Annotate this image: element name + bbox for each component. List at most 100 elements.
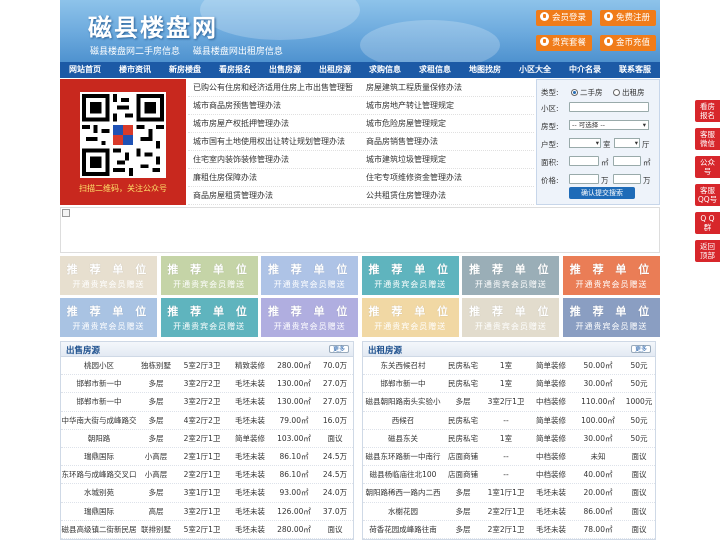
recommended-ad-tile[interactable]: 推 荐 单 位开通贵宾会员赠送 bbox=[361, 256, 459, 295]
free-register-button[interactable]: 免费注册 bbox=[600, 10, 656, 26]
price-max-input[interactable] bbox=[613, 174, 641, 184]
banner-image[interactable] bbox=[60, 207, 660, 253]
nav-for-rent[interactable]: 出租房源 bbox=[310, 62, 360, 78]
table-row[interactable]: 磁县高级镇二街新民居 联排别墅 5室2厅1卫 毛坯未装 280.00㎡ 面议 bbox=[61, 521, 353, 539]
nav-for-sale[interactable]: 出售房源 bbox=[260, 62, 310, 78]
site-logo-title[interactable]: 磁县楼盘网 bbox=[88, 8, 218, 43]
recommended-ad-tile[interactable]: 推 荐 单 位开通贵宾会员赠送 bbox=[462, 256, 560, 295]
rent-more-button[interactable]: 更多 bbox=[631, 345, 651, 353]
table-row[interactable]: 磁县东环路新一中南行 店面商铺 -- 中档装修 未知 面议 bbox=[363, 448, 655, 467]
policy-link[interactable]: 住宅室内装饰装修管理办法 bbox=[188, 151, 361, 168]
policy-link[interactable]: 城市商品房预售管理办法 bbox=[188, 97, 361, 114]
vip-package-button[interactable]: 贵宾套餐 bbox=[536, 35, 592, 51]
type-second-hand-radio[interactable]: 二手房 bbox=[571, 87, 603, 98]
nav-viewing-signup[interactable]: 看房报名 bbox=[210, 62, 260, 78]
nav-new-homes[interactable]: 新房楼盘 bbox=[160, 62, 210, 78]
policy-link[interactable]: 城市建筑垃圾管理规定 bbox=[361, 151, 534, 168]
table-row[interactable]: 朝阳路 多层 2室2厅1卫 简单装修 103.00㎡ 面议 bbox=[61, 430, 353, 448]
recommended-ad-tile[interactable]: 推 荐 单 位开通贵宾会员赠送 bbox=[261, 298, 359, 337]
table-row[interactable]: 中华南大街与成峰路交 多层 4室2厅2卫 毛坯未装 79.00㎡ 16.0万 bbox=[61, 412, 353, 430]
table-row[interactable]: 荷香花园成峰路往南 多层 2室2厅1卫 毛坯未装 78.00㎡ 面议 bbox=[363, 521, 655, 539]
table-cell[interactable]: 磁县高级镇二街新民居 bbox=[61, 521, 137, 538]
table-cell[interactable]: 磁县杨临庙往北100 bbox=[363, 466, 443, 483]
table-row[interactable]: 磁县杨临庙往北100 店面商铺 -- 中档装修 40.00㎡ 面议 bbox=[363, 466, 655, 485]
nav-wanted-rent[interactable]: 求租信息 bbox=[410, 62, 460, 78]
price-min-input[interactable] bbox=[569, 174, 599, 184]
halls-select[interactable]: ▾ bbox=[614, 138, 640, 148]
area-min-input[interactable] bbox=[569, 156, 599, 166]
table-cell[interactable]: 邯郸市新一中 bbox=[61, 393, 137, 410]
table-cell[interactable]: 朝阳路 bbox=[61, 430, 137, 447]
table-cell[interactable]: 东环路与成峰路交叉口 bbox=[61, 466, 137, 483]
table-cell[interactable]: 东关西候召村 bbox=[363, 357, 443, 374]
member-login-button[interactable]: 会员登录 bbox=[536, 10, 592, 26]
nav-news[interactable]: 楼市资讯 bbox=[110, 62, 160, 78]
recommended-ad-tile[interactable]: 推 荐 单 位开通贵宾会员赠送 bbox=[160, 298, 258, 337]
policy-link[interactable]: 城市危险房屋管理规定 bbox=[361, 115, 534, 132]
recommended-ad-tile[interactable]: 推 荐 单 位开通贵宾会员赠送 bbox=[563, 298, 660, 337]
recommended-ad-tile[interactable]: 推 荐 单 位开通贵宾会员赠送 bbox=[361, 298, 459, 337]
table-cell[interactable]: 中华南大街与成峰路交 bbox=[61, 412, 137, 429]
nav-agencies[interactable]: 中介名录 bbox=[560, 62, 610, 78]
table-cell[interactable]: 邯郸市新一中 bbox=[61, 375, 137, 392]
table-cell[interactable]: 西候召 bbox=[363, 412, 443, 429]
rooms-select[interactable]: ▾ bbox=[569, 138, 601, 148]
policy-link[interactable]: 城市国有土地使用权出让转让规划管理办法 bbox=[188, 133, 361, 150]
table-row[interactable]: 朝阳路稀西一路内二西 多层 1室1厅1卫 毛坯未装 20.00㎡ 面议 bbox=[363, 484, 655, 503]
table-row[interactable]: 西候召 民房私宅 -- 简单装修 100.00㎡ 50元 bbox=[363, 412, 655, 430]
policy-link[interactable]: 公共租赁住房管理办法 bbox=[361, 187, 534, 204]
side-button[interactable]: 客服 QQ号 bbox=[695, 184, 720, 206]
table-cell[interactable]: 桃园小区 bbox=[61, 357, 137, 374]
table-row[interactable]: 东环路与成峰路交叉口 小高层 2室2厅1卫 毛坯未装 86.10㎡ 24.5万 bbox=[61, 466, 353, 485]
table-cell[interactable]: 水榭花园 bbox=[363, 503, 443, 520]
table-cell[interactable]: 磁县朝阳路南头实验小 bbox=[363, 393, 443, 410]
table-row[interactable]: 桃园小区 独栋别墅 5室2厅3卫 精致装修 280.00㎡ 70.0万 bbox=[61, 357, 353, 376]
table-row[interactable]: 邯郸市新一中 民房私宅 1室 简单装修 30.00㎡ 50元 bbox=[363, 375, 655, 394]
table-cell[interactable]: 朝阳路稀西一路内二西 bbox=[363, 484, 443, 501]
table-cell[interactable]: 磁县东关 bbox=[363, 430, 443, 447]
table-row[interactable]: 磁县东关 民房私宅 1室 简单装修 30.00㎡ 50元 bbox=[363, 430, 655, 448]
table-row[interactable]: 瑞鼎国际 小高层 2室1厅1卫 毛坯未装 86.10㎡ 24.5万 bbox=[61, 448, 353, 467]
policy-link[interactable]: 房屋建筑工程质量保修办法 bbox=[361, 79, 534, 96]
side-button[interactable]: Q Q群 bbox=[695, 212, 720, 234]
coin-recharge-button[interactable]: 金币充值 bbox=[600, 35, 656, 51]
side-button[interactable]: 返回 顶部 bbox=[695, 240, 720, 262]
table-row[interactable]: 邯郸市新一中 多层 3室2厅2卫 毛坯未装 130.00㎡ 27.0万 bbox=[61, 393, 353, 412]
recommended-ad-tile[interactable]: 推 荐 单 位开通贵宾会员赠送 bbox=[563, 256, 660, 295]
nav-contact-service[interactable]: 联系客服 bbox=[610, 62, 660, 78]
recommended-ad-tile[interactable]: 推 荐 单 位开通贵宾会员赠送 bbox=[261, 256, 359, 295]
table-cell[interactable]: 瑞鼎国际 bbox=[61, 503, 137, 520]
housetype-select[interactable]: -- 可选择 -- ▾ bbox=[569, 120, 649, 130]
table-cell[interactable]: 磁县东环路新一中南行 bbox=[363, 448, 443, 465]
policy-link[interactable]: 廉租住房保障办法 bbox=[188, 169, 361, 186]
search-submit-button[interactable]: 确认提交搜索 bbox=[569, 187, 635, 199]
nav-communities[interactable]: 小区大全 bbox=[510, 62, 560, 78]
recommended-ad-tile[interactable]: 推 荐 单 位开通贵宾会员赠送 bbox=[60, 256, 157, 295]
table-row[interactable]: 瑞鼎国际 高层 3室2厅1卫 毛坯未装 126.00㎡ 37.0万 bbox=[61, 503, 353, 521]
side-button[interactable]: 公众号 bbox=[695, 156, 720, 178]
policy-link[interactable]: 商品房屋租赁管理办法 bbox=[188, 187, 361, 204]
table-cell[interactable]: 荷香花园成峰路往南 bbox=[363, 521, 443, 538]
table-cell[interactable]: 水城别苑 bbox=[61, 484, 137, 501]
table-row[interactable]: 水城别苑 多层 3室1厅1卫 毛坯未装 93.00㎡ 24.0万 bbox=[61, 484, 353, 503]
table-row[interactable]: 磁县朝阳路南头实验小 多层 3室2厅1卫 中档装修 110.00㎡ 1000元 bbox=[363, 393, 655, 412]
table-row[interactable]: 东关西候召村 民房私宅 1室 简单装修 50.00㎡ 50元 bbox=[363, 357, 655, 376]
table-cell[interactable]: 瑞鼎国际 bbox=[61, 448, 137, 465]
side-button[interactable]: 客服 微信 bbox=[695, 128, 720, 150]
policy-link[interactable]: 商品房销售管理办法 bbox=[361, 133, 534, 150]
nav-wanted-buy[interactable]: 求购信息 bbox=[360, 62, 410, 78]
table-cell[interactable]: 邯郸市新一中 bbox=[363, 375, 443, 392]
sale-more-button[interactable]: 更多 bbox=[329, 345, 349, 353]
policy-link[interactable]: 住宅专项维修资金管理办法 bbox=[361, 169, 534, 186]
area-max-input[interactable] bbox=[613, 156, 641, 166]
recommended-ad-tile[interactable]: 推 荐 单 位开通贵宾会员赠送 bbox=[60, 298, 157, 337]
nav-map-search[interactable]: 地图找房 bbox=[460, 62, 510, 78]
policy-link[interactable]: 已购公有住房和经济适用住房上市出售管理暂 bbox=[188, 79, 361, 96]
policy-link[interactable]: 城市房屋产权抵押管理办法 bbox=[188, 115, 361, 132]
community-input[interactable] bbox=[569, 102, 649, 112]
type-rental-radio[interactable]: 出租房 bbox=[613, 87, 645, 98]
rental-info-link[interactable]: 磁县楼盘网出租房信息 bbox=[193, 47, 283, 57]
recommended-ad-tile[interactable]: 推 荐 单 位开通贵宾会员赠送 bbox=[160, 256, 258, 295]
side-button[interactable]: 看房 报名 bbox=[695, 100, 720, 122]
table-row[interactable]: 邯郸市新一中 多层 3室2厅2卫 毛坯未装 130.00㎡ 27.0万 bbox=[61, 375, 353, 394]
